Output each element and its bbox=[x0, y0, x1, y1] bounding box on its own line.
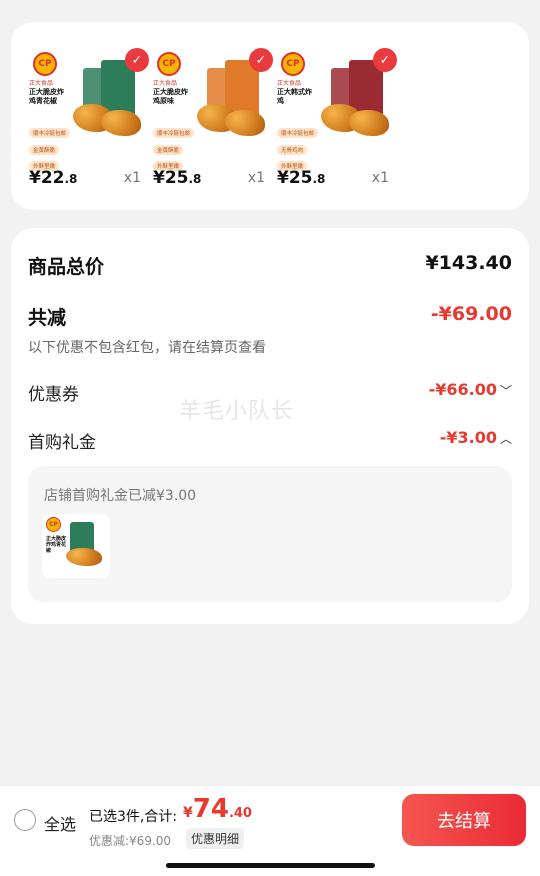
cp-logo-icon: CP bbox=[281, 52, 305, 76]
home-indicator bbox=[166, 863, 375, 868]
first-buy-gift-label: 首购礼金 bbox=[28, 433, 96, 453]
grand-total-currency: ¥ bbox=[183, 805, 193, 821]
fried-chicken-icon bbox=[349, 110, 389, 136]
select-all-radio[interactable] bbox=[14, 809, 36, 831]
total-reduce-label: 共减 bbox=[28, 307, 67, 329]
coupon-label: 优惠券 bbox=[28, 385, 79, 405]
brand-label: 正大食品 bbox=[277, 80, 302, 87]
select-all-label[interactable]: 全选 bbox=[44, 811, 76, 835]
thumb-name: 正大脆皮炸鸡青花椒 bbox=[46, 536, 67, 554]
gift-product-thumbnail[interactable]: CP 正大脆皮炸鸡青花椒 bbox=[42, 514, 110, 578]
product-item[interactable]: CP 正大食品 正大脆皮炸鸡青花椒 顺丰冷链包邮 金黄酥脆 外酥里嫩 ✓ ¥22.8… bbox=[11, 22, 149, 210]
coupon-value-wrap: -¥66.00 ﹀ bbox=[429, 380, 512, 399]
price-decimal: .8 bbox=[312, 172, 326, 186]
product-tag: 顺丰冷链包邮 bbox=[29, 128, 71, 138]
total-price-label: 商品总价 bbox=[28, 256, 105, 278]
product-name: 正大脆皮炸鸡青花椒 bbox=[29, 88, 64, 105]
cp-logo-icon: CP bbox=[33, 52, 57, 76]
total-price-row: 商品总价 ¥143.40 bbox=[28, 252, 512, 279]
product-tag: 顺丰冷链包邮 bbox=[277, 128, 319, 138]
discount-detail-button[interactable]: 优惠明细 bbox=[186, 828, 245, 849]
grand-total-decimal: .40 bbox=[228, 806, 252, 821]
product-item[interactable]: CP 正大食品 正大脆皮炸鸡原味 顺丰冷链包邮 金黄酥脆 外酥里嫩 ✓ ¥25.8 … bbox=[135, 22, 273, 210]
first-buy-gift-value-wrap: -¥3.00 ︿ bbox=[440, 428, 512, 447]
product-item[interactable]: CP 正大食品 正大韩式炸鸡 顺丰冷链包邮 无骨鸡肉 外酥里嫩 ✓ ¥25.8 x1 bbox=[259, 22, 397, 210]
checkout-bar: 全选 已选3件,合计: ¥74.40 优惠减:¥69.00 优惠明细 去结算 bbox=[0, 785, 540, 876]
total-reduce-row: 共减 -¥69.00 bbox=[28, 303, 512, 330]
gift-detail-note: 店铺首购礼金已减¥3.00 bbox=[44, 488, 197, 504]
price-decimal: .8 bbox=[188, 172, 202, 186]
reduce-note: 以下优惠不包含红包，请在结算页查看 bbox=[28, 340, 266, 356]
product-tag: 无骨鸡肉 bbox=[277, 145, 308, 155]
cp-logo-icon: CP bbox=[157, 52, 181, 76]
product-tag: 金黄酥脆 bbox=[153, 145, 184, 155]
products-card: CP 正大食品 正大脆皮炸鸡青花椒 顺丰冷链包邮 金黄酥脆 外酥里嫩 ✓ ¥22.8… bbox=[11, 22, 529, 210]
grand-total-integer: 74 bbox=[192, 794, 229, 824]
product-tag: 顺丰冷链包邮 bbox=[153, 128, 195, 138]
product-price: ¥22.8 bbox=[29, 168, 77, 188]
brand-label: 正大食品 bbox=[153, 80, 178, 87]
product-image[interactable]: CP 正大食品 正大脆皮炸鸡青花椒 顺丰冷链包邮 金黄酥脆 外酥里嫩 ✓ bbox=[29, 48, 149, 171]
product-tag: 金黄酥脆 bbox=[29, 145, 60, 155]
checkout-button[interactable]: 去结算 bbox=[402, 794, 526, 846]
price-summary-card: 羊毛小队长 商品总价 ¥143.40 共减 -¥69.00 以下优惠不包含红包，… bbox=[11, 228, 529, 624]
total-reduce-value: -¥69.00 bbox=[430, 303, 512, 325]
first-buy-gift-value: -¥3.00 bbox=[439, 428, 497, 447]
total-price-value: ¥143.40 bbox=[425, 252, 512, 274]
product-price: ¥25.8 bbox=[153, 168, 201, 188]
saved-amount: 优惠减:¥69.00 bbox=[89, 834, 172, 848]
selected-count-text: 已选3件,合计: bbox=[89, 809, 178, 825]
price-integer: ¥22 bbox=[29, 168, 65, 188]
selected-check-icon[interactable]: ✓ bbox=[373, 48, 397, 72]
chevron-up-icon[interactable]: ︿ bbox=[500, 430, 512, 447]
product-image[interactable]: CP 正大食品 正大脆皮炸鸡原味 顺丰冷链包邮 金黄酥脆 外酥里嫩 ✓ bbox=[153, 48, 273, 171]
cp-logo-icon: CP bbox=[46, 517, 61, 532]
price-decimal: .8 bbox=[64, 172, 78, 186]
brand-label: 正大食品 bbox=[29, 80, 54, 87]
product-name: 正大脆皮炸鸡原味 bbox=[153, 88, 188, 105]
price-integer: ¥25 bbox=[277, 168, 313, 188]
coupon-value: -¥66.00 bbox=[428, 380, 497, 399]
first-buy-gift-row[interactable]: 首购礼金 -¥3.00 ︿ bbox=[28, 428, 512, 453]
coupon-row[interactable]: 优惠券 -¥66.00 ﹀ bbox=[28, 380, 512, 405]
product-image[interactable]: CP 正大食品 正大韩式炸鸡 顺丰冷链包邮 无骨鸡肉 外酥里嫩 ✓ bbox=[277, 48, 397, 171]
product-price: ¥25.8 bbox=[277, 168, 325, 188]
grand-total: ¥74.40 bbox=[183, 794, 252, 824]
chevron-down-icon[interactable]: ﹀ bbox=[500, 382, 512, 399]
fried-chicken-icon bbox=[66, 548, 102, 566]
product-quantity: x1 bbox=[371, 170, 389, 186]
product-name: 正大韩式炸鸡 bbox=[277, 88, 312, 105]
price-integer: ¥25 bbox=[153, 168, 189, 188]
gift-detail-box: 店铺首购礼金已减¥3.00 CP 正大脆皮炸鸡青花椒 bbox=[28, 466, 512, 602]
